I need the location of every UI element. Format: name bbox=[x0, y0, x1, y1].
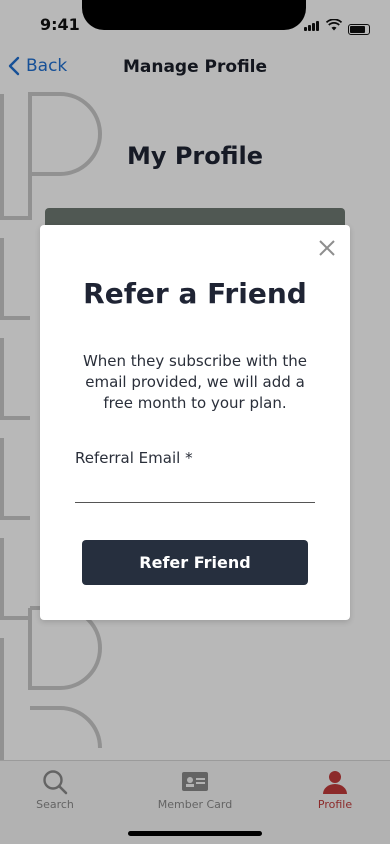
home-indicator bbox=[128, 831, 262, 836]
close-icon bbox=[319, 240, 335, 256]
modal-title: Refer a Friend bbox=[83, 277, 307, 310]
refer-friend-button[interactable]: Refer Friend bbox=[82, 540, 308, 585]
modal-description: When they subscribe with the email provi… bbox=[82, 352, 308, 412]
referral-email-label: Referral Email * bbox=[75, 449, 193, 467]
referral-email-input[interactable] bbox=[75, 474, 315, 503]
close-button[interactable] bbox=[316, 237, 338, 259]
refer-friend-modal: Refer a Friend When they subscribe with … bbox=[40, 225, 350, 620]
